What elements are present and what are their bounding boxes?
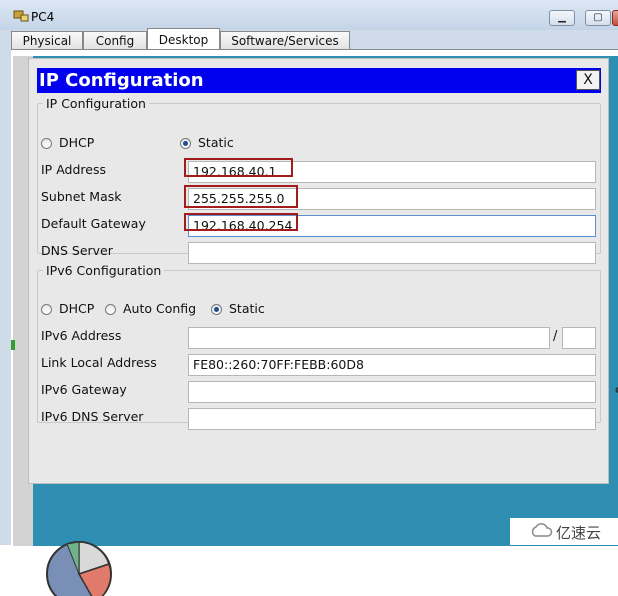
ipv4-static-radio[interactable] [180,138,191,149]
ipv4-dhcp-radio[interactable] [41,138,52,149]
link-local-label: Link Local Address [41,355,157,370]
ipv6-dhcp-radio[interactable] [41,304,52,315]
ipv6-static-radio[interactable] [211,304,222,315]
maximize-button[interactable]: ▢ [585,10,611,26]
watermark: 亿速云 [510,518,618,545]
ipv6-legend: IPv6 Configuration [46,263,162,278]
ipv4-dhcp-label: DHCP [59,135,95,150]
tab-physical[interactable]: Physical [11,31,83,49]
prefix-separator: / [553,329,558,344]
ipv6-address-label: IPv6 Address [41,328,122,343]
cloud-logo-icon [531,523,553,537]
dialog-header: IP Configuration X [37,68,601,93]
pc-window: PC4 ▁ ▢ Physical Config Desktop Software… [0,0,618,596]
window-title: PC4 [31,10,55,24]
ipv6-address-field[interactable] [188,327,550,349]
ipv6-dhcp-label: DHCP [59,301,95,316]
ipv6-config-group: IPv6 Configuration DHCP Auto Config Stat… [37,263,601,430]
ipv6-auto-config-label: Auto Config [123,301,197,316]
ip-address-highlight [184,158,293,177]
subnet-mask-label: Subnet Mask [41,189,122,204]
default-gateway-label: Default Gateway [41,216,146,231]
ipv6-dns-field[interactable] [188,408,596,430]
dialog-close-button[interactable]: X [576,70,600,90]
ipv6-gateway-label: IPv6 Gateway [41,382,127,397]
minimize-button[interactable]: ▁ [549,10,575,26]
ip-configuration-dialog: IP Configuration X IP Configuration DHCP… [28,58,609,484]
watermark-text: 亿速云 [556,524,602,542]
ipv6-static-label: Static [229,301,265,316]
tab-desktop[interactable]: Desktop [147,28,220,50]
tab-software-services[interactable]: Software/Services [220,31,350,49]
ipv4-config-group: IP Configuration DHCP Static IP Address … [37,96,601,264]
tab-config[interactable]: Config [83,31,147,49]
title-bar: PC4 ▁ ▢ [0,0,618,30]
dns-server-label: DNS Server [41,243,113,258]
link-local-field[interactable]: FE80::260:70FF:FEBB:60D8 [188,354,596,376]
ipv6-gateway-field[interactable] [188,381,596,403]
ipv6-dns-label: IPv6 DNS Server [41,409,144,424]
pie-chart-icon[interactable] [45,536,115,596]
green-marker [11,340,15,350]
pc-app-icon [13,10,29,22]
ipv4-legend: IP Configuration [46,96,146,111]
window-close-button[interactable] [612,10,618,26]
dns-server-field[interactable] [188,242,596,264]
ipv4-static-label: Static [198,135,234,150]
minimize-icon: ▁ [558,12,566,23]
ip-address-label: IP Address [41,162,106,177]
dialog-title: IP Configuration [39,70,204,91]
ipv6-prefix-field[interactable] [562,327,596,349]
default-gateway-highlight [184,213,298,231]
maximize-icon: ▢ [593,12,603,23]
subnet-mask-highlight [184,185,298,208]
ipv6-auto-config-radio[interactable] [105,304,116,315]
